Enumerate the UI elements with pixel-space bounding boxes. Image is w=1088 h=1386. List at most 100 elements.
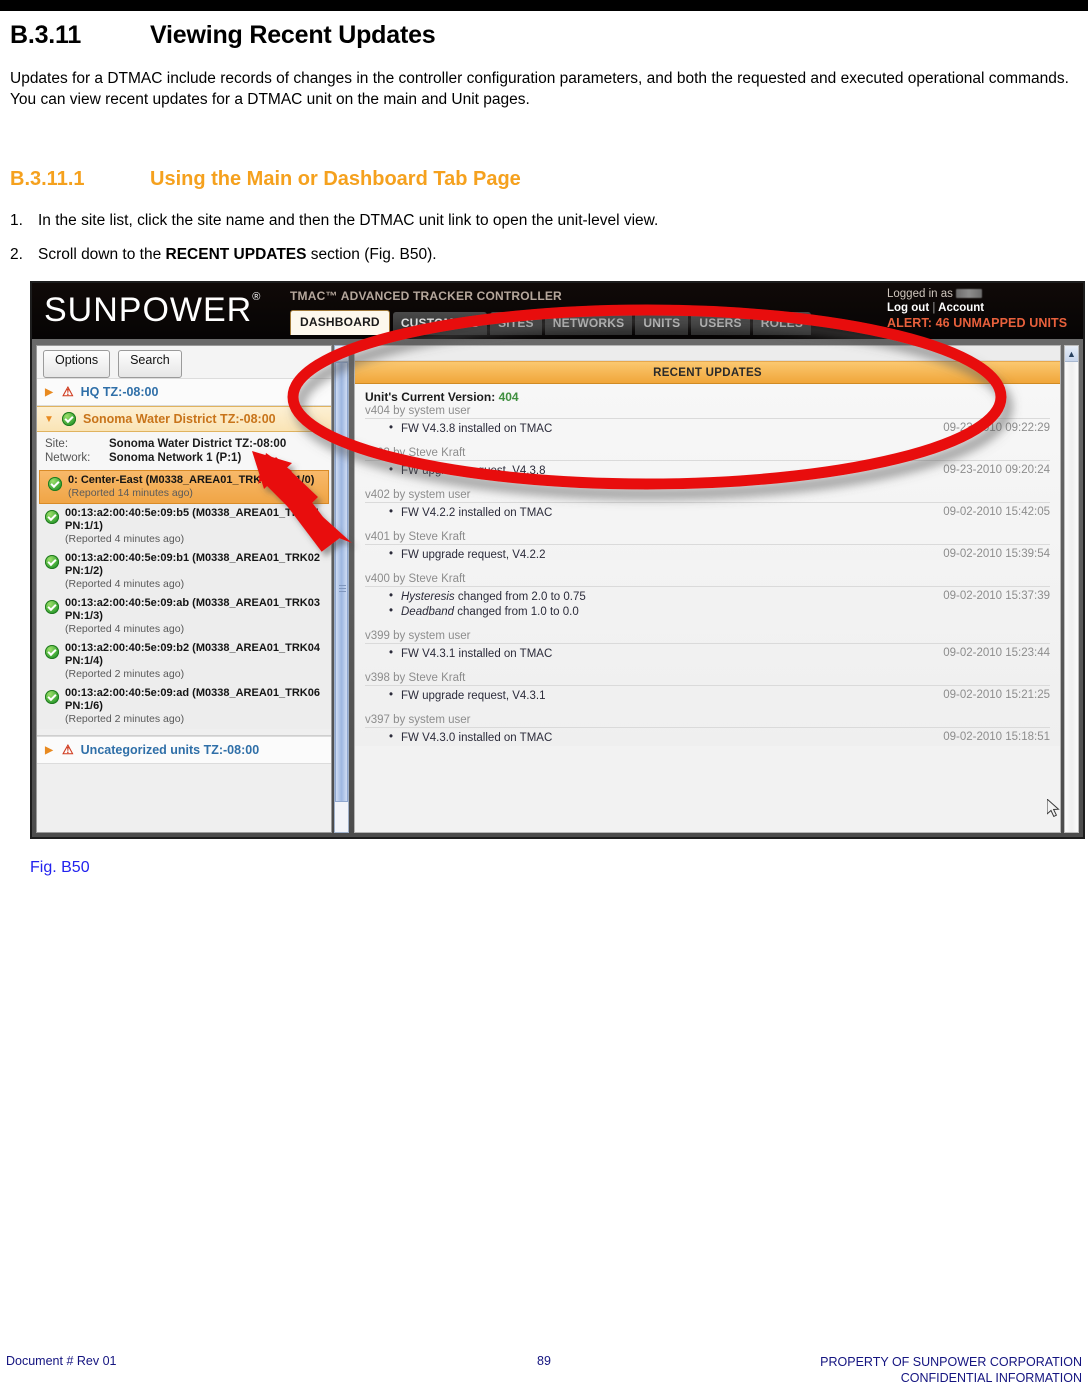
figure-caption: Fig. B50 — [30, 859, 90, 876]
unit-reported: (Reported 4 minutes ago) — [65, 578, 185, 590]
status-ok-icon-wrap — [45, 642, 59, 664]
tree-node-uncategorized[interactable]: ▶ ⚠ Uncategorized units TZ:-08:00 — [37, 736, 331, 764]
tab-sites[interactable]: SITES — [490, 312, 542, 335]
status-ok-icon — [45, 510, 59, 524]
update-timestamp: 09-02-2010 15:37:39 — [943, 590, 1050, 602]
tree-node-label: HQ TZ:-08:00 — [80, 385, 159, 399]
app-body: Options Search ▶ ⚠ HQ TZ:-08:00 ▼ Sonoma… — [32, 339, 1083, 837]
chevron-right-icon[interactable]: ▶ — [43, 745, 55, 756]
subsection-number: B.3.11.1 — [10, 168, 85, 190]
tab-dashboard[interactable]: DASHBOARD — [290, 310, 390, 335]
current-version: Unit's Current Version: 404 — [365, 390, 1050, 404]
scrollbar-grip-icon — [339, 585, 346, 592]
warning-icon: ⚠ — [62, 384, 74, 399]
update-group: v399 by system user FW V4.3.1 installed … — [365, 630, 1050, 662]
footer-confidential-line: CONFIDENTIAL INFORMATION — [900, 1371, 1082, 1385]
session-info: Logged in as Log out | Account ALERT: 46… — [887, 288, 1077, 330]
status-ok-icon-wrap — [45, 687, 59, 709]
procedure-steps: 1. In the site list, click the site name… — [0, 211, 1088, 265]
unit-name: 00:13:a2:00:40:5e:09:ad (M0338_AREA01_TR… — [65, 687, 320, 712]
tab-customers[interactable]: CUSTOMERS — [392, 312, 488, 335]
tab-networks[interactable]: NETWORKS — [544, 312, 633, 335]
search-button[interactable]: Search — [118, 350, 182, 378]
current-version-value: 404 — [498, 390, 519, 404]
chevron-right-icon[interactable]: ▶ — [43, 387, 55, 398]
unit-text: 00:13:a2:00:40:5e:09:b1 (M0338_AREA01_TR… — [65, 552, 325, 591]
update-author: v399 by system user — [365, 630, 1050, 644]
panel-top-strip — [355, 346, 1060, 361]
param-change: changed from 2.0 to 0.75 — [454, 591, 586, 603]
section-title-text: Viewing Recent Updates — [150, 21, 436, 49]
chevron-down-icon[interactable]: ▼ — [43, 414, 55, 425]
unit-name: 00:13:a2:00:40:5e:09:b1 (M0338_AREA01_TR… — [65, 552, 320, 577]
sunpower-logo: SUNPOWER® — [44, 291, 261, 330]
scrollbar-track[interactable] — [1065, 362, 1078, 832]
update-group: v400 by Steve Kraft Hysteresis changed f… — [365, 573, 1050, 620]
options-button[interactable]: Options — [43, 350, 111, 378]
scroll-up-icon[interactable]: ▲ — [335, 346, 348, 362]
unit-reported: (Reported 4 minutes ago) — [65, 623, 185, 635]
tab-roles[interactable]: ROLES — [752, 312, 812, 335]
unit-reported: (Reported 14 minutes ago) — [68, 487, 193, 499]
section-number: B.3.11 — [10, 21, 82, 49]
tree-node-sonoma[interactable]: ▼ Sonoma Water District TZ:-08:00 — [37, 406, 331, 432]
status-ok-icon-wrap — [45, 552, 59, 574]
subsection-title-text: Using the Main or Dashboard Tab Page — [150, 168, 521, 190]
update-timestamp: 09-23-2010 09:22:29 — [943, 422, 1050, 434]
list-item[interactable]: 00:13:a2:00:40:5e:09:b1 (M0338_AREA01_TR… — [37, 549, 331, 594]
update-author: v403 by Steve Kraft — [365, 447, 1050, 461]
update-group: v402 by system user FW V4.2.2 installed … — [365, 489, 1050, 521]
status-ok-icon — [62, 412, 76, 426]
network-row: Network: Sonoma Network 1 (P:1) — [45, 452, 323, 464]
update-items: FW upgrade request, V4.3.1 — [365, 688, 933, 704]
app-tagline: TMAC™ ADVANCED TRACKER CONTROLLER — [290, 289, 562, 303]
unit-name: 00:13:a2:00:40:5e:09:ab (M0338_AREA01_TR… — [65, 597, 320, 622]
status-ok-icon — [45, 690, 59, 704]
tab-units[interactable]: UNITS — [635, 312, 689, 335]
scroll-up-icon[interactable]: ▲ — [1065, 346, 1078, 362]
list-item[interactable]: 0: Center-East (M0338_AREA01_TRK05 PN:1/… — [39, 470, 329, 504]
document-page: B.3.11 Viewing Recent Updates Updates fo… — [0, 11, 1088, 877]
update-entry: Hysteresis changed from 2.0 to 0.75 Dead… — [365, 589, 1050, 620]
update-author: v404 by system user — [365, 405, 1050, 419]
network-label: Network: — [45, 452, 91, 464]
list-item: FW V4.2.2 installed on TMAC — [389, 505, 933, 521]
update-timestamp: 09-02-2010 15:39:54 — [943, 548, 1050, 560]
param-name: Hysteresis — [401, 591, 455, 603]
update-author: v397 by system user — [365, 714, 1050, 728]
alert-banner[interactable]: ALERT: 46 UNMAPPED UNITS — [887, 316, 1077, 330]
unit-name: 00:13:a2:00:40:5e:09:b5 (M0338_AREA01_TR… — [65, 507, 320, 532]
main-panel-scrollbar[interactable]: ▲ — [1064, 345, 1079, 833]
list-item[interactable]: 00:13:a2:00:40:5e:09:b2 (M0338_AREA01_TR… — [37, 639, 331, 684]
update-group: v397 by system user FW V4.3.0 installed … — [365, 714, 1050, 746]
update-items: FW upgrade request, V4.2.2 — [365, 547, 933, 563]
embedded-app-screenshot: SUNPOWER® TMAC™ ADVANCED TRACKER CONTROL… — [30, 281, 1085, 839]
list-item: FW upgrade request, V4.2.2 — [389, 547, 933, 563]
logo-text: SUNPOWER — [44, 291, 253, 329]
tree-node-hq[interactable]: ▶ ⚠ HQ TZ:-08:00 — [37, 378, 331, 406]
log-out-link[interactable]: Log out — [887, 302, 929, 314]
step-text-pre: Scroll down to the — [38, 246, 166, 263]
footer-property-line: PROPERTY OF SUNPOWER CORPORATION — [820, 1355, 1082, 1369]
left-panel-scrollbar[interactable]: ▲ — [334, 345, 349, 833]
step-text-bold: RECENT UPDATES — [165, 246, 307, 263]
update-timestamp: 09-02-2010 15:42:05 — [943, 506, 1050, 518]
unit-text: 00:13:a2:00:40:5e:09:ad (M0338_AREA01_TR… — [65, 687, 325, 726]
top-black-rule — [0, 0, 1088, 11]
current-version-label: Unit's Current Version: — [365, 390, 496, 404]
unit-reported: (Reported 4 minutes ago) — [65, 533, 185, 545]
list-item[interactable]: 00:13:a2:00:40:5e:09:b5 (M0338_AREA01_TR… — [37, 504, 331, 549]
unit-text: 00:13:a2:00:40:5e:09:b2 (M0338_AREA01_TR… — [65, 642, 325, 681]
site-tree-panel: Options Search ▶ ⚠ HQ TZ:-08:00 ▼ Sonoma… — [36, 345, 332, 833]
list-item[interactable]: 00:13:a2:00:40:5e:09:ab (M0338_AREA01_TR… — [37, 594, 331, 639]
warning-icon: ⚠ — [62, 742, 74, 757]
update-author: v400 by Steve Kraft — [365, 573, 1050, 587]
update-timestamp: 09-02-2010 15:23:44 — [943, 647, 1050, 659]
tab-users[interactable]: USERS — [691, 312, 750, 335]
account-link[interactable]: Account — [938, 302, 984, 314]
update-entry: FW V4.3.0 installed on TMAC 09-02-2010 1… — [365, 730, 1050, 746]
scrollbar-thumb[interactable] — [335, 362, 348, 802]
list-item[interactable]: 00:13:a2:00:40:5e:09:ad (M0338_AREA01_TR… — [37, 684, 331, 729]
list-item: FW V4.3.8 installed on TMAC — [389, 421, 933, 437]
footer-confidentiality: PROPERTY OF SUNPOWER CORPORATION CONFIDE… — [820, 1354, 1082, 1386]
